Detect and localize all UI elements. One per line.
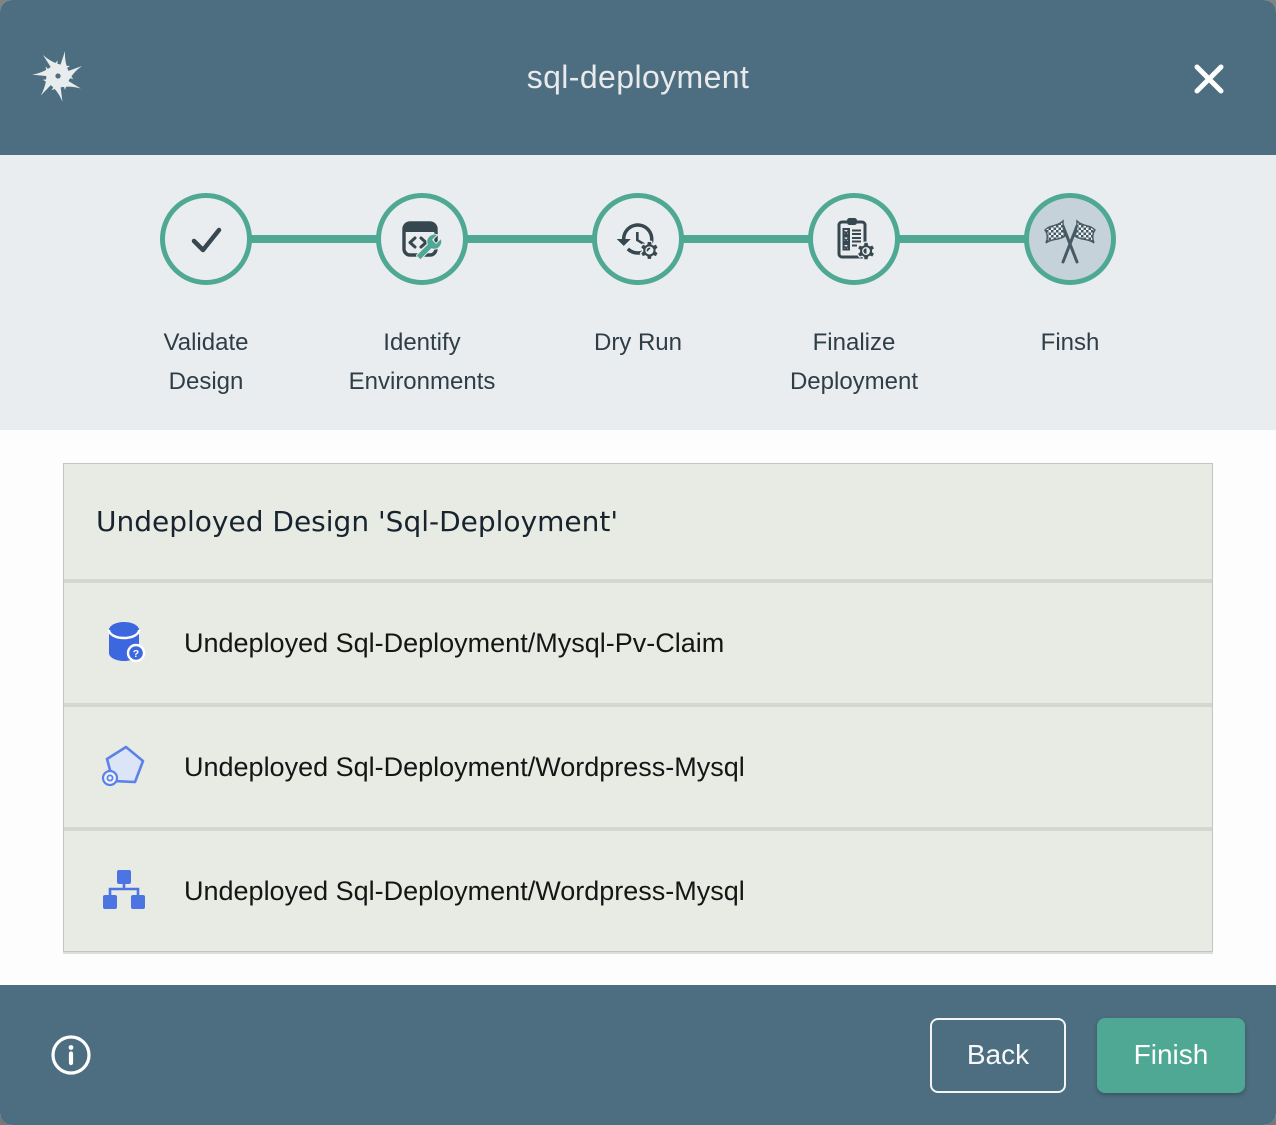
close-icon	[1186, 56, 1232, 102]
clipboard-gear-icon	[828, 213, 880, 265]
step-validate-design[interactable]: Validate Design	[98, 155, 314, 401]
step-label: Identify Environments	[347, 323, 497, 401]
dialog-footer: Back Finish	[0, 985, 1276, 1125]
dialog-body: Undeployed Design 'Sql-Deployment' ? Und…	[0, 430, 1276, 985]
step-label: Finalize Deployment	[779, 323, 929, 401]
list-item: Undeployed Sql-Deployment/Wordpress-Mysq…	[64, 703, 1212, 827]
finish-button[interactable]: Finish	[1097, 1018, 1245, 1093]
step-finalize-deployment[interactable]: Finalize Deployment	[746, 155, 962, 401]
step-finish[interactable]: Finsh	[962, 155, 1178, 401]
list-item-text: Undeployed Sql-Deployment/Wordpress-Mysq…	[184, 876, 745, 907]
step-dry-run[interactable]: Dry Run	[530, 155, 746, 401]
checkered-flags-icon	[1041, 210, 1099, 268]
deployment-hierarchy-icon	[100, 867, 148, 915]
step-circle	[160, 193, 252, 285]
code-window-wrench-icon	[396, 213, 448, 265]
meshery-logo-icon	[30, 48, 86, 104]
step-circle	[376, 193, 468, 285]
check-icon	[180, 213, 232, 265]
step-label: Dry Run	[594, 323, 682, 362]
info-icon	[48, 1032, 94, 1078]
svg-text:?: ?	[133, 648, 139, 660]
dialog-title: sql-deployment	[527, 59, 750, 96]
close-button[interactable]	[1186, 56, 1232, 102]
step-circle-active	[1024, 193, 1116, 285]
panel-header-text: Undeployed Design 'Sql-Deployment'	[96, 505, 618, 538]
database-icon: ?	[100, 619, 148, 667]
wizard-stepper: Validate Design Identify Environment	[0, 155, 1276, 430]
step-circle	[808, 193, 900, 285]
step-circle	[592, 193, 684, 285]
back-button[interactable]: Back	[930, 1018, 1066, 1093]
step-identify-environments[interactable]: Identify Environments	[314, 155, 530, 401]
panel-header-row: Undeployed Design 'Sql-Deployment'	[64, 464, 1212, 579]
service-pentagon-icon	[100, 743, 148, 791]
list-item-text: Undeployed Sql-Deployment/Mysql-Pv-Claim	[184, 628, 724, 659]
info-button[interactable]	[48, 1032, 94, 1078]
dialog-header: sql-deployment	[0, 0, 1276, 155]
step-label: Validate Design	[131, 323, 281, 401]
step-label: Finsh	[1041, 323, 1100, 362]
deployment-wizard-dialog: sql-deployment Validate Design	[0, 0, 1276, 1125]
list-item: ? Undeployed Sql-Deployment/Mysql-Pv-Cla…	[64, 579, 1212, 703]
history-gear-icon	[612, 213, 664, 265]
list-item: Undeployed Sql-Deployment/Wordpress-Mysq…	[64, 827, 1212, 951]
list-item-text: Undeployed Sql-Deployment/Wordpress-Mysq…	[184, 752, 745, 783]
deployment-result-panel: Undeployed Design 'Sql-Deployment' ? Und…	[63, 463, 1213, 952]
